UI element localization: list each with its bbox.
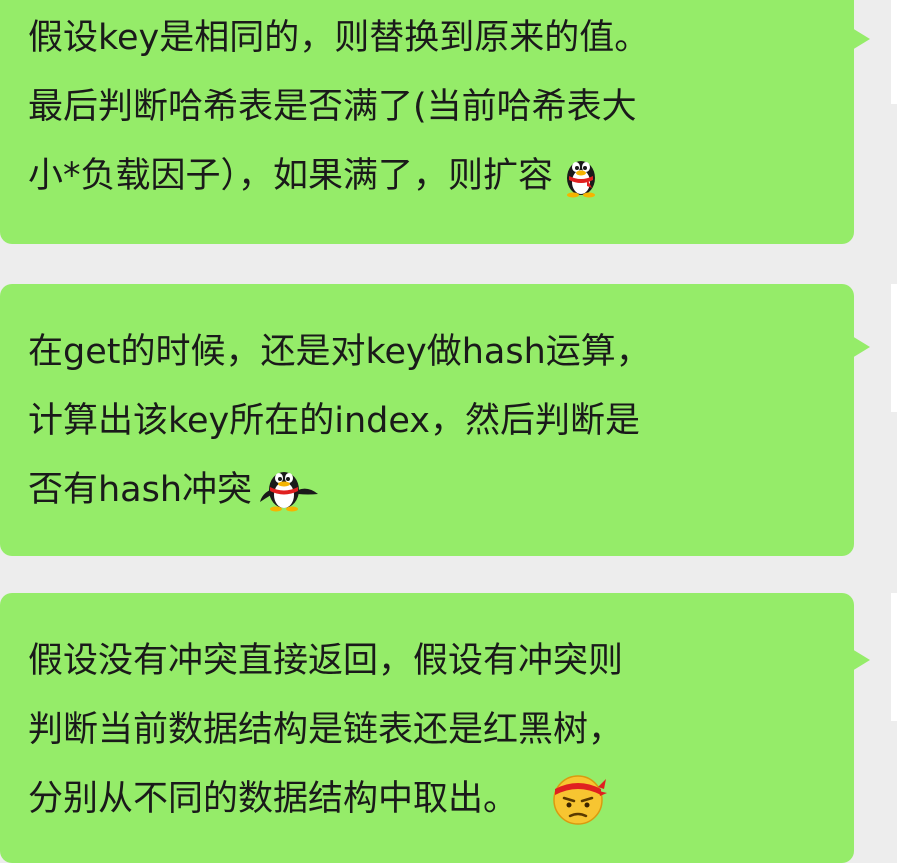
bubble-tail	[852, 28, 870, 50]
message-text-line: 最后判断哈希表是否满了(当前哈希表大	[28, 87, 637, 127]
message-bubble[interactable]: 在get的时候，还是对key做hash运算， 计算出该key所在的index，然…	[0, 284, 854, 556]
qq-penguin-icon	[557, 150, 605, 198]
message-bubble[interactable]: 假设没有冲突直接返回，假设有冲突则 判断当前数据结构是链表还是红黑树， 分别从不…	[0, 593, 854, 863]
message-text-line: 假设key是相同的，则替换到原来的值。	[28, 18, 650, 58]
bubble-tail	[852, 649, 870, 671]
message-text-line: 计算出该key所在的index，然后判断是	[28, 401, 641, 441]
headband-frown-face-icon	[548, 767, 608, 827]
chat-message: 在get的时候，还是对key做hash运算， 计算出该key所在的index，然…	[0, 284, 897, 556]
chat-message: 假设key是相同的，则替换到原来的值。 最后判断哈希表是否满了(当前哈希表大 小…	[0, 0, 897, 250]
qq-penguin-icon	[256, 464, 322, 512]
message-text-line: 在get的时候，还是对key做hash运算，	[28, 332, 651, 372]
message-text-line: 分别从不同的数据结构中取出。	[28, 765, 814, 834]
chat-message: 假设没有冲突直接返回，假设有冲突则 判断当前数据结构是链表还是红黑树， 分别从不…	[0, 593, 897, 863]
message-text-line: 判断当前数据结构是链表还是红黑树，	[28, 710, 624, 750]
message-text-line: 小*负载因子），如果满了，则扩容	[28, 142, 814, 211]
avatar[interactable]	[891, 593, 897, 721]
message-text-line: 否有hash冲突	[28, 456, 814, 525]
message-bubble[interactable]: 假设key是相同的，则替换到原来的值。 最后判断哈希表是否满了(当前哈希表大 小…	[0, 0, 854, 244]
message-text-line: 假设没有冲突直接返回，假设有冲突则	[28, 641, 624, 681]
avatar[interactable]	[891, 284, 897, 412]
bubble-tail	[852, 336, 870, 358]
avatar[interactable]	[891, 0, 897, 104]
chat-message-list: 假设key是相同的，则替换到原来的值。 最后判断哈希表是否满了(当前哈希表大 小…	[0, 0, 897, 863]
